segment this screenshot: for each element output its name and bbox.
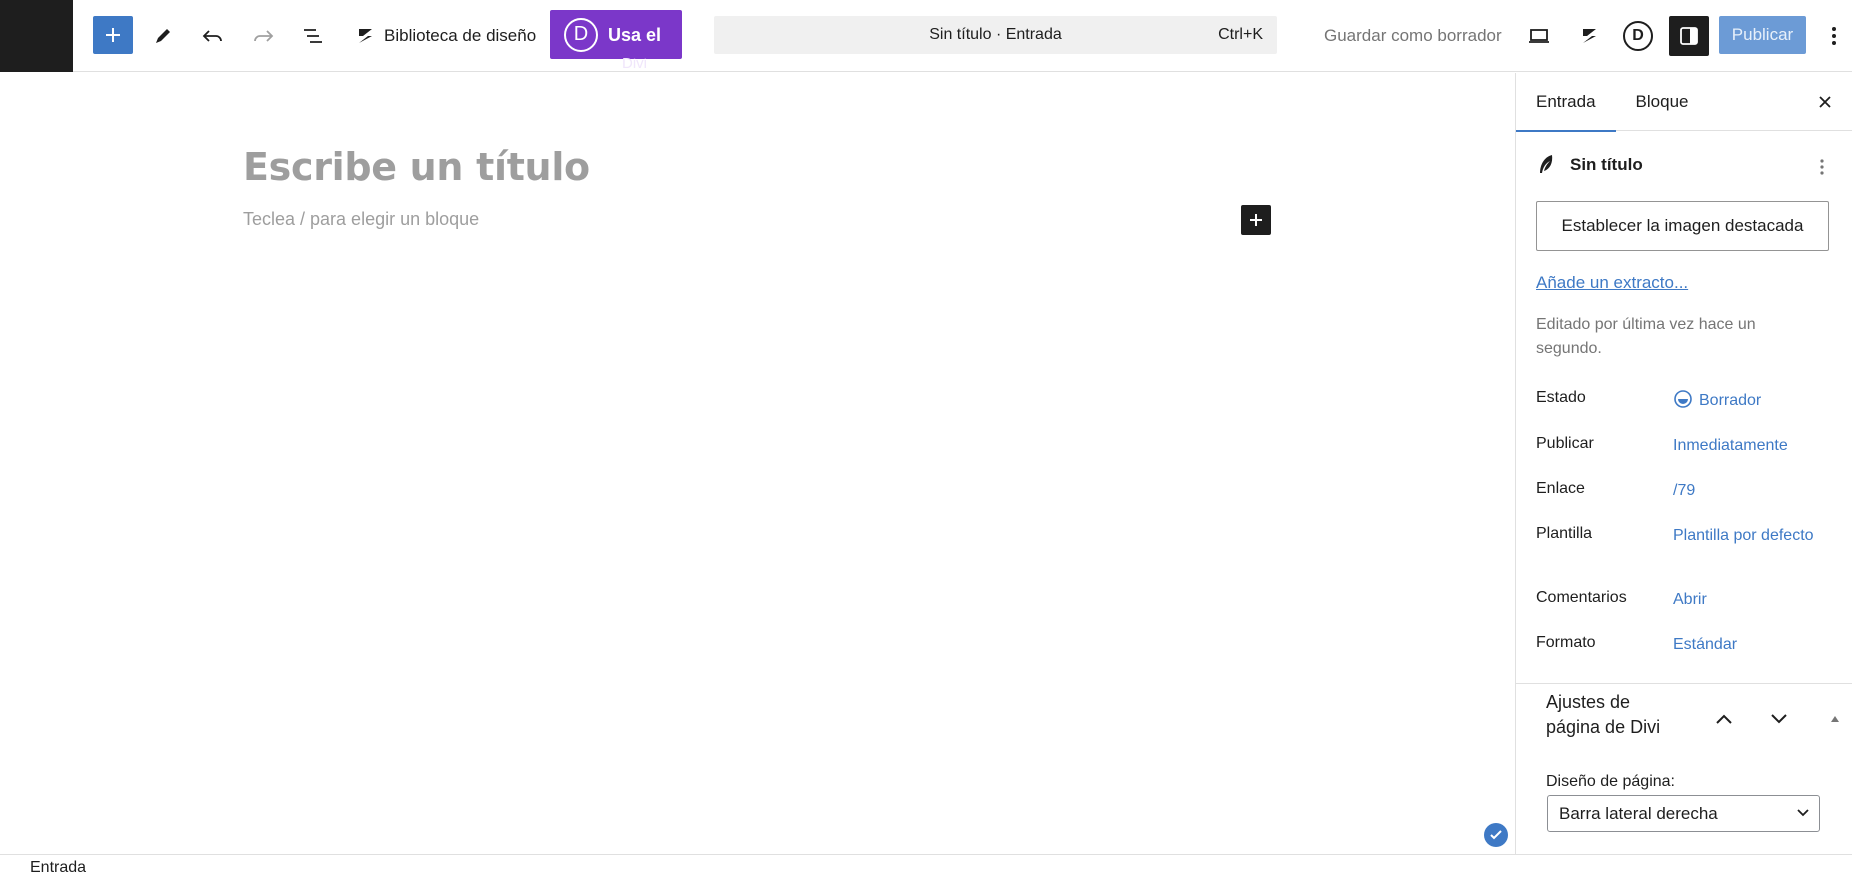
command-center-bar[interactable]: Sin título · Entrada Ctrl+K [714,16,1277,54]
pencil-icon [156,29,170,43]
command-shortcut: Ctrl+K [1218,26,1263,43]
divi-panel-title[interactable]: Ajustes de página de Divi [1546,690,1666,740]
publish-button[interactable]: Publicar [1719,16,1806,54]
meta-key: Publicar [1536,435,1594,452]
tab-bloque[interactable]: Bloque [1616,73,1709,131]
tab-entrada[interactable]: Entrada [1516,73,1616,132]
collapse-triangle-icon [1831,716,1839,722]
preview-button[interactable] [1519,16,1559,56]
settings-sidebar: Entrada Bloque Sin título Establecer la … [1515,73,1852,854]
breadcrumb[interactable]: Entrada [30,859,86,877]
divi-button[interactable]: D [1618,16,1658,56]
editor-header: Biblioteca de diseño D Usa el Divi Sin t… [0,0,1852,72]
undo-button[interactable] [193,16,233,56]
publish-date-button[interactable]: Inmediatamente [1673,435,1823,457]
document-title: Sin título · Entrada [929,26,1062,43]
move-panel-up-button[interactable] [1709,704,1739,734]
chevron-down-icon [1797,809,1809,817]
page-layout-select[interactable]: Barra lateral derecha [1547,795,1820,832]
set-featured-image-button[interactable]: Establecer la imagen destacada [1536,201,1829,251]
design-library-shortcut-button[interactable] [1569,16,1609,56]
divi-logo-icon: D [1623,21,1653,51]
chevron-down-icon [1771,714,1787,724]
save-draft-button[interactable]: Guardar como borrador [1314,16,1512,56]
block-inserter-button[interactable] [93,16,133,54]
comments-button[interactable]: Abrir [1673,589,1823,611]
site-logo-button[interactable] [0,0,73,72]
page-layout-label: Diseño de página: [1546,773,1675,790]
editor-footer: Entrada [0,854,1852,881]
permalink-button[interactable]: /79 [1673,480,1823,502]
meta-key: Formato [1536,634,1596,651]
post-title-label: Sin título [1570,155,1643,174]
post-actions-menu-button[interactable] [1810,153,1834,181]
editor-canvas: Escribe un título Teclea / para elegir u… [0,73,1515,854]
block-placeholder[interactable]: Teclea / para elegir un bloque [243,209,479,230]
post-title-input[interactable]: Escribe un título [243,145,590,189]
post-feather-icon [1540,155,1553,173]
meta-key: Estado [1536,389,1586,406]
checkmark-icon [1490,830,1502,840]
close-icon [1819,96,1831,108]
toggle-panel-button[interactable] [1820,704,1850,734]
document-overview-button[interactable] [293,16,333,56]
design-library-icon [1583,29,1596,43]
format-button[interactable]: Estándar [1673,634,1823,656]
design-library-icon [359,29,372,43]
sidebar-icon [1680,27,1698,45]
plus-icon [1250,214,1262,226]
saved-status-indicator [1484,823,1508,847]
last-edited-text: Editado por última vez hace un segundo. [1536,316,1756,357]
settings-sidebar-toggle[interactable] [1669,16,1709,56]
desktop-preview-icon [1529,29,1549,43]
move-panel-down-button[interactable] [1764,704,1794,734]
divi-cta-label: Usa el [608,24,662,45]
more-vertical-icon [1832,27,1836,45]
more-vertical-icon [1820,159,1824,175]
inline-block-inserter-button[interactable] [1241,205,1271,235]
meta-key: Comentarios [1536,589,1627,606]
meta-value: Borrador [1699,392,1762,409]
divi-page-settings-panel: Ajustes de página de Divi Diseño de pági… [1516,683,1852,854]
status-value-button[interactable]: Borrador [1673,389,1823,412]
redo-icon [254,30,274,42]
close-sidebar-button[interactable] [1808,85,1842,119]
use-divi-builder-button[interactable]: D Usa el [550,10,682,59]
post-summary-header: Sin título [1536,153,1643,177]
tools-button[interactable] [143,16,183,56]
design-library-label: Biblioteca de diseño [384,26,537,45]
list-view-icon [304,29,322,43]
meta-key: Enlace [1536,480,1585,497]
page-layout-value: Barra lateral derecha [1559,803,1718,823]
add-excerpt-link[interactable]: Añade un extracto... [1536,273,1688,293]
options-menu-button[interactable] [1822,16,1846,56]
divi-cta-overflow-text: Divi [622,58,647,70]
undo-icon [202,30,222,42]
design-library-button[interactable]: Biblioteca de diseño [354,16,536,56]
chevron-up-icon [1716,714,1732,724]
divi-logo-icon: D [564,17,598,52]
template-button[interactable]: Plantilla por defecto [1673,525,1823,547]
draft-status-icon [1674,390,1692,408]
meta-key: Plantilla [1536,525,1593,542]
redo-button[interactable] [243,16,283,56]
plus-icon [106,28,120,42]
sidebar-tabs: Entrada Bloque [1516,73,1852,132]
